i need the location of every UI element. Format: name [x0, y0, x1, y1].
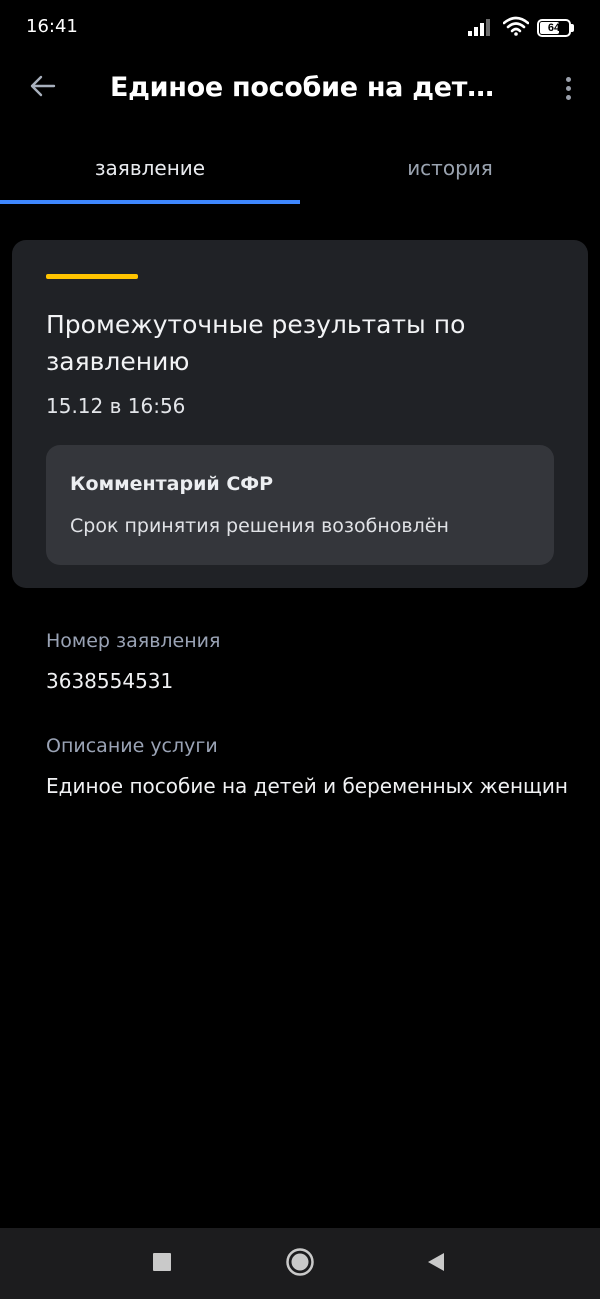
square-icon [152, 1252, 172, 1276]
status-title: Промежуточные результаты по заявлению [46, 310, 466, 376]
page-title: Единое пособие на детей и беременных жен… [110, 72, 510, 103]
system-back-button[interactable] [418, 1246, 454, 1282]
more-options-button[interactable] [556, 68, 580, 108]
wifi-icon [502, 16, 530, 40]
home-button[interactable] [282, 1246, 318, 1282]
more-vertical-icon [565, 76, 571, 100]
tab-application[interactable]: заявление [0, 140, 300, 204]
status-date: 15.12 в 16:56 [46, 394, 186, 418]
comment-text: Срок принятия решения возобновлён [70, 515, 449, 537]
back-triangle-icon [425, 1251, 447, 1277]
status-accent-bar [46, 274, 138, 279]
app-bar: Единое пособие на детей и беременных жен… [0, 56, 600, 122]
signal-icon [467, 16, 495, 40]
status-time: 16:41 [26, 16, 78, 37]
status-card: Промежуточные результаты по заявлению 15… [12, 240, 588, 588]
application-number-value: 3638554531 [46, 669, 174, 693]
system-nav-bar [0, 1228, 600, 1299]
tab-label: история [407, 156, 493, 180]
tab-indicator [0, 200, 300, 204]
battery-icon: 64 [537, 19, 574, 37]
comment-box: Комментарий СФР Срок принятия решения во… [46, 445, 554, 565]
status-bar: 16:41 64 [0, 0, 600, 56]
service-description-value: Единое пособие на детей и беременных жен… [46, 774, 568, 798]
application-number-label: Номер заявления [46, 630, 221, 652]
tab-history[interactable]: история [300, 140, 600, 204]
home-circle-icon [285, 1247, 315, 1281]
tab-label: заявление [94, 156, 206, 180]
battery-level: 64 [547, 22, 561, 34]
back-button[interactable] [22, 68, 62, 108]
arrow-left-icon [28, 74, 56, 102]
status-icons: 64 [467, 16, 574, 40]
tab-bar: заявление история [0, 140, 600, 204]
recents-button[interactable] [144, 1246, 180, 1282]
comment-title: Комментарий СФР [70, 473, 274, 495]
service-description-label: Описание услуги [46, 735, 218, 757]
